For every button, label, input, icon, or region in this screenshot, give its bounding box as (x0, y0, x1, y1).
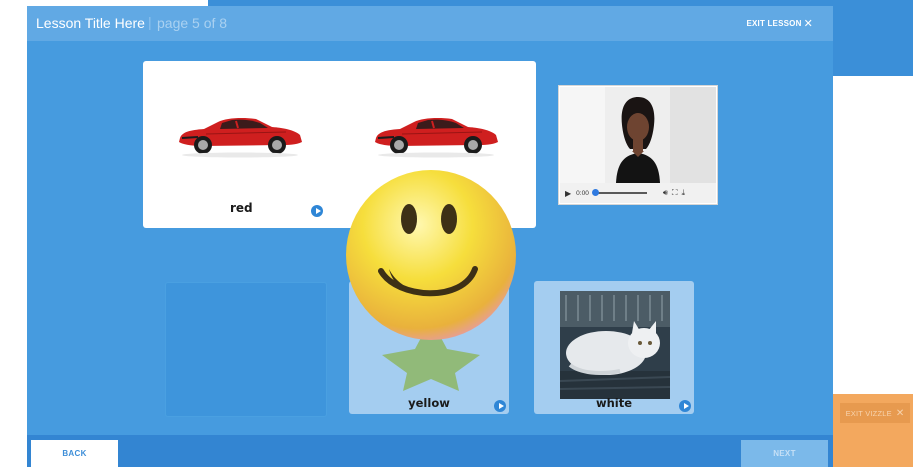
close-icon: ✕ (803, 18, 813, 30)
next-button[interactable]: NEXT (741, 440, 828, 467)
video-player[interactable]: ▶ 0:00 🔊︎ ⛶ ⤓ (558, 85, 718, 205)
lesson-footer (27, 435, 833, 467)
answer-card-white[interactable]: white (534, 281, 694, 414)
play-audio-button[interactable] (494, 400, 506, 412)
fullscreen-icon[interactable]: ⛶ (672, 188, 678, 198)
play-audio-button[interactable] (311, 205, 323, 217)
lesson-window: Lesson Title Here | page 5 of 8 EXIT LES… (27, 6, 833, 467)
white-cat-image (560, 291, 670, 399)
video-progress-slider[interactable] (591, 189, 647, 196)
lesson-title: Lesson Title Here (36, 15, 145, 31)
title-separator: | (148, 14, 152, 30)
volume-icon[interactable]: 🔊︎ (663, 188, 668, 198)
progress-knob[interactable] (591, 189, 599, 196)
exit-vizzle-label: EXIT VIZZLE (845, 408, 892, 418)
close-icon: ✕ (895, 407, 905, 419)
video-frame (560, 87, 716, 183)
smiley-reward-icon (346, 170, 516, 391)
answer-label: yellow (408, 396, 450, 410)
exit-vizzle-button[interactable]: EXIT VIZZLE ✕ (840, 403, 910, 423)
lesson-header: Lesson Title Here | page 5 of 8 EXIT LES… (27, 6, 833, 41)
exit-lesson-button[interactable]: EXIT LESSON ✕ (746, 17, 813, 30)
background-app-content (833, 76, 913, 394)
back-button[interactable]: BACK (31, 440, 118, 467)
video-controls: ▶ 0:00 🔊︎ ⛶ ⤓ (560, 183, 716, 203)
page-indicator: page 5 of 8 (157, 15, 228, 31)
red-car-image (179, 118, 302, 158)
exit-lesson-label: EXIT LESSON (746, 19, 802, 28)
presenter-video-image (560, 87, 716, 183)
play-icon[interactable]: ▶ (565, 189, 571, 198)
download-icon[interactable]: ⤓ (681, 188, 685, 198)
video-time: 0:00 (576, 189, 589, 197)
red-car-image (375, 118, 498, 158)
answer-label: white (595, 396, 633, 410)
prompt-word: red (230, 201, 253, 215)
answer-card-empty[interactable] (165, 282, 327, 417)
background-app-panel (833, 0, 913, 76)
play-audio-button[interactable] (679, 400, 691, 412)
